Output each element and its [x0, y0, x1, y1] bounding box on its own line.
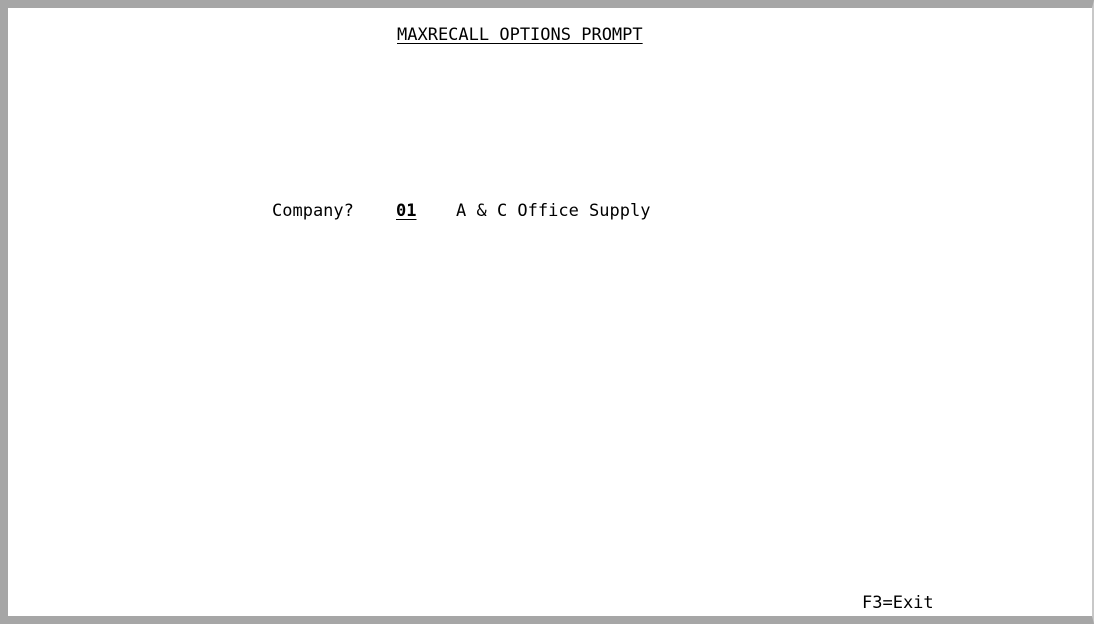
f3-exit-key[interactable]: F3=Exit — [862, 593, 934, 613]
terminal-screen: MAXRECALL OPTIONS PROMPT Company? A & C … — [0, 0, 1094, 624]
company-name: A & C Office Supply — [456, 201, 651, 221]
company-code-input[interactable] — [396, 201, 428, 221]
screen-title: MAXRECALL OPTIONS PROMPT — [397, 25, 643, 45]
company-prompt-label: Company? — [272, 201, 354, 221]
